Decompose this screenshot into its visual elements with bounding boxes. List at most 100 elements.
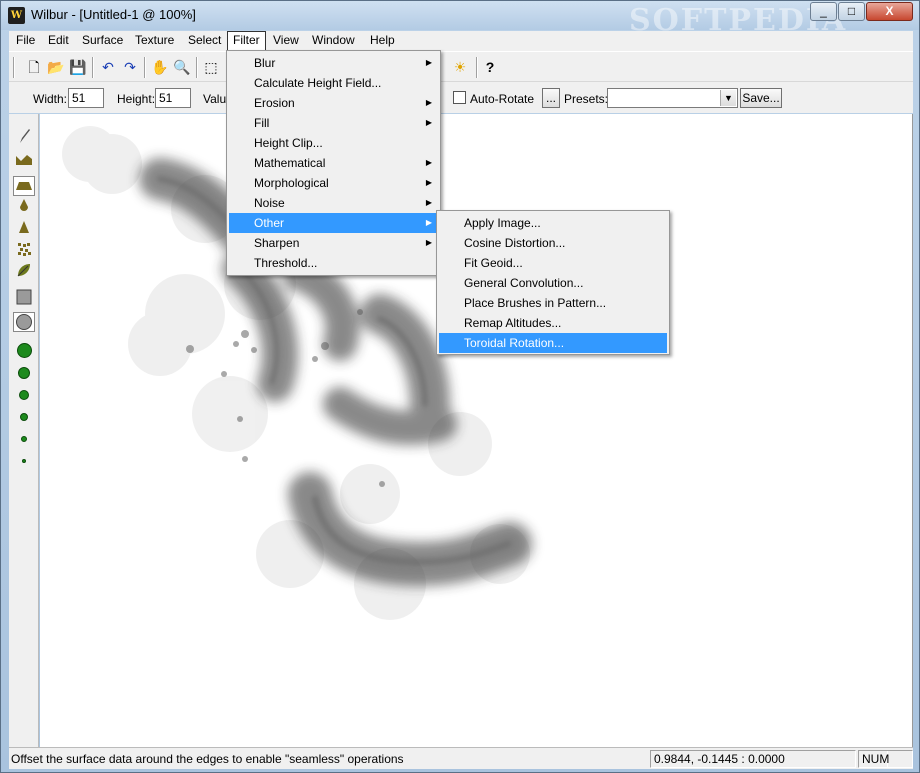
menu-surface[interactable]: Surface (77, 31, 128, 51)
close-button[interactable]: X (866, 2, 913, 21)
filter-menu-calculate-height-field[interactable]: Calculate Height Field... (229, 73, 438, 93)
minimize-button[interactable]: _ (810, 2, 837, 21)
menu-bar: File Edit Surface Texture Select Filter … (9, 31, 913, 51)
options-toolbar: Width: 51 Height: 51 Valu Auto-Rotate ..… (9, 81, 913, 113)
other-menu-toroidal-rotation[interactable]: Toroidal Rotation... (439, 333, 667, 353)
menu-window[interactable]: Window (307, 31, 360, 51)
toolbar-separator (476, 57, 478, 78)
menu-item-label: Other (254, 216, 285, 230)
open-icon[interactable]: 📂 (45, 57, 67, 77)
status-message: Offset the surface data around the edges… (11, 752, 404, 766)
presets-dropdown[interactable]: ▼ (607, 88, 738, 108)
save-icon[interactable]: 💾 (67, 57, 89, 77)
select-rect-icon[interactable]: ⬚ (200, 57, 222, 77)
filter-menu-noise[interactable]: Noise ▶ (229, 193, 438, 213)
filter-menu-threshold[interactable]: Threshold... (229, 253, 438, 273)
other-menu-place-brushes[interactable]: Place Brushes in Pattern... (439, 293, 667, 313)
brush-size-xxs-icon[interactable] (13, 450, 35, 470)
window-title: Wilbur - [Untitled-1 @ 100%] (31, 7, 196, 22)
title-bar[interactable]: W Wilbur - [Untitled-1 @ 100%] SOFTPEDIA… (1, 1, 919, 38)
height-field-image (62, 126, 532, 620)
redo-icon[interactable]: ↷ (119, 57, 141, 77)
hand-icon[interactable]: ✋ (149, 57, 171, 77)
new-icon[interactable]: 🗋 (23, 57, 45, 77)
brush-icon[interactable] (13, 128, 35, 148)
filter-menu-blur[interactable]: Blur ▶ (229, 53, 438, 73)
menu-item-label: Sharpen (254, 236, 300, 250)
drop-icon[interactable] (13, 198, 35, 218)
plateau-icon[interactable] (13, 176, 35, 196)
presets-save-button[interactable]: Save... (740, 88, 782, 108)
other-menu-fit-geoid[interactable]: Fit Geoid... (439, 253, 667, 273)
submenu-arrow-icon: ▶ (425, 118, 432, 127)
brush-size-xl-icon[interactable] (13, 340, 35, 360)
submenu-arrow-icon: ▶ (425, 218, 432, 227)
menu-item-label: Morphological (254, 176, 329, 190)
value-label: Valu (203, 92, 227, 106)
other-submenu: Apply Image... Cosine Distortion... Fit … (436, 210, 670, 355)
square-shape-icon[interactable] (13, 289, 35, 309)
menu-help[interactable]: Help (365, 31, 400, 51)
submenu-arrow-icon: ▶ (425, 238, 432, 247)
auto-rotate-checkbox[interactable] (453, 91, 466, 104)
menu-item-label: Noise (254, 196, 285, 210)
canvas-edge (912, 114, 913, 747)
submenu-arrow-icon: ▶ (425, 198, 432, 207)
menu-texture[interactable]: Texture (130, 31, 179, 51)
peak-icon[interactable] (13, 220, 35, 240)
circle-shape-icon[interactable] (13, 312, 35, 332)
height-label: Height: (117, 92, 156, 106)
toolbar-separator (144, 57, 146, 78)
undo-icon[interactable]: ↶ (97, 57, 119, 77)
filter-menu-erosion[interactable]: Erosion ▶ (229, 93, 438, 113)
browse-button[interactable]: ... (542, 88, 560, 108)
submenu-arrow-icon: ▶ (425, 158, 432, 167)
toolbar-separator (92, 57, 94, 78)
app-icon[interactable]: W (8, 7, 25, 24)
tool-palette (9, 114, 39, 747)
sun-icon[interactable]: ☀ (449, 57, 471, 77)
noise-icon[interactable] (13, 242, 35, 262)
menu-item-label: Blur (254, 56, 276, 70)
leaf-icon[interactable] (13, 262, 35, 282)
filter-menu-other[interactable]: Other ▶ (229, 213, 438, 233)
brush-size-s-icon[interactable] (13, 406, 35, 426)
filter-menu: Blur ▶ Calculate Height Field... Erosion… (226, 50, 441, 276)
menu-edit[interactable]: Edit (43, 31, 74, 51)
chevron-down-icon[interactable]: ▼ (720, 90, 736, 106)
menu-item-label: Calculate Height Field... (254, 76, 382, 90)
filter-menu-fill[interactable]: Fill ▶ (229, 113, 438, 133)
presets-label: Presets: (564, 92, 609, 106)
menu-filter[interactable]: Filter (227, 31, 266, 51)
submenu-arrow-icon: ▶ (425, 178, 432, 187)
main-toolbar: 🗋 📂 💾 ↶ ↷ ✋ 🔍 ⬚ ☀ ? (9, 51, 913, 81)
filter-menu-sharpen[interactable]: Sharpen ▶ (229, 233, 438, 253)
filter-menu-morphological[interactable]: Morphological ▶ (229, 173, 438, 193)
brush-size-xs-icon[interactable] (13, 428, 35, 448)
other-menu-apply-image[interactable]: Apply Image... (439, 213, 667, 233)
status-coordinates: 0.9844, -0.1445 : 0.0000 (650, 750, 856, 768)
menu-item-label: Mathematical (254, 156, 326, 170)
height-field[interactable]: 51 (155, 88, 191, 108)
menu-file[interactable]: File (11, 31, 40, 51)
status-bar: Offset the surface data around the edges… (9, 747, 913, 769)
help-icon[interactable]: ? (479, 57, 501, 77)
maximize-button[interactable]: □ (838, 2, 865, 21)
brush-size-m-icon[interactable] (13, 384, 35, 404)
height-field-canvas[interactable] (40, 114, 912, 747)
menu-view[interactable]: View (268, 31, 304, 51)
submenu-arrow-icon: ▶ (425, 58, 432, 67)
other-menu-cosine-distortion[interactable]: Cosine Distortion... (439, 233, 667, 253)
other-menu-general-convolution[interactable]: General Convolution... (439, 273, 667, 293)
filter-menu-height-clip[interactable]: Height Clip... (229, 133, 438, 153)
other-menu-remap-altitudes[interactable]: Remap Altitudes... (439, 313, 667, 333)
menu-item-label: Erosion (254, 96, 295, 110)
filter-menu-mathematical[interactable]: Mathematical ▶ (229, 153, 438, 173)
zoom-icon[interactable]: 🔍 (171, 57, 193, 77)
raise-icon[interactable] (13, 152, 35, 172)
width-field[interactable]: 51 (68, 88, 104, 108)
brush-size-l-icon[interactable] (13, 362, 35, 382)
menu-select[interactable]: Select (183, 31, 226, 51)
width-label: Width: (33, 92, 68, 106)
menu-item-label: Fill (254, 116, 270, 130)
